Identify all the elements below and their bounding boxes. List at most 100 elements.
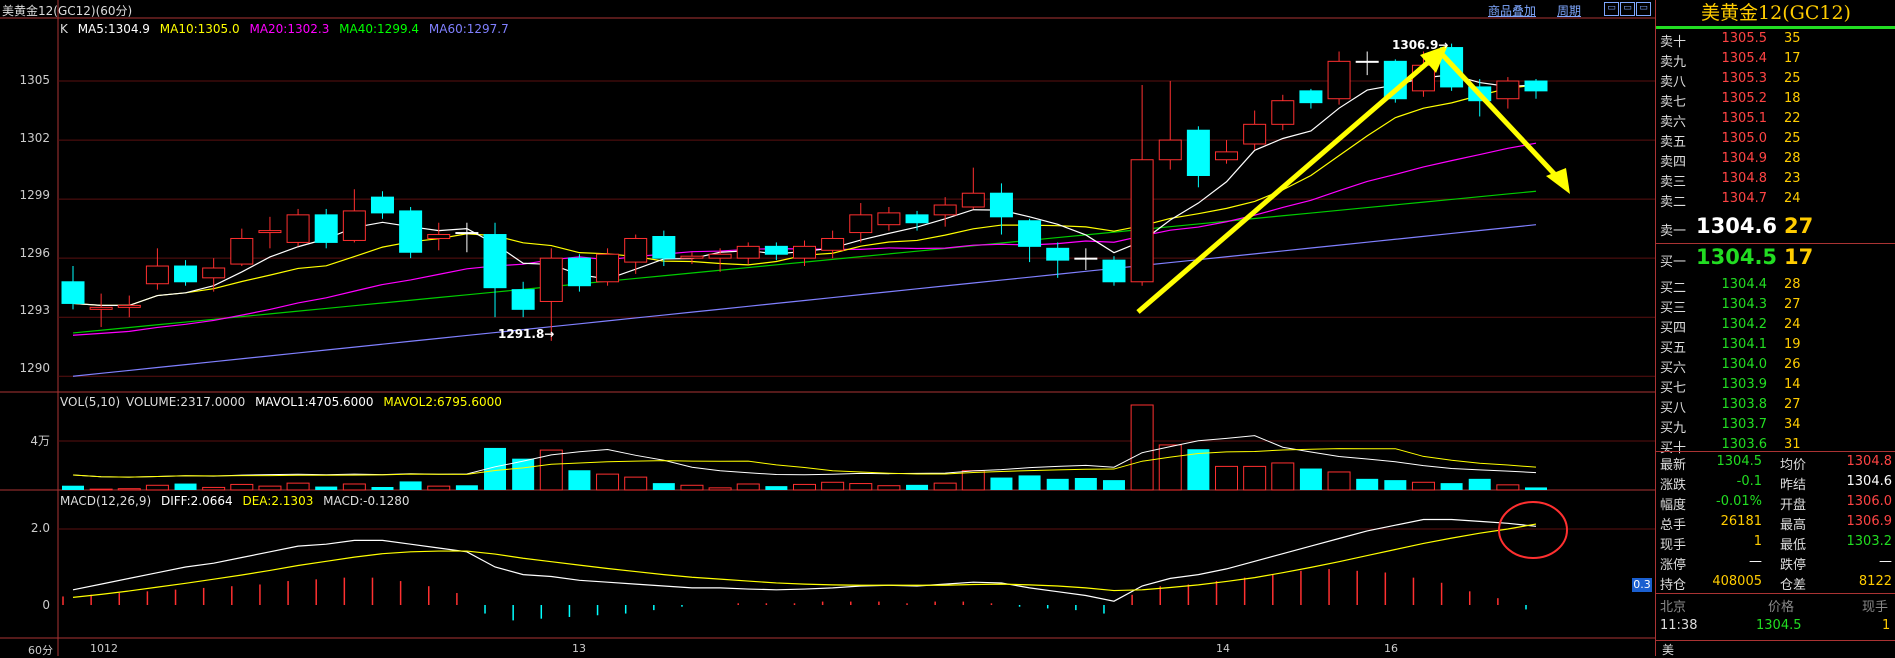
stat-label: 幅度 — [1660, 498, 1687, 513]
candle-body — [764, 245, 788, 255]
tick-vol: 1 — [1882, 618, 1891, 633]
candle-body — [145, 265, 169, 285]
bid-vol: 27 — [1784, 397, 1801, 412]
candle-body — [1046, 247, 1070, 261]
tick-row: 11:38 1304.5 1 — [1656, 618, 1895, 638]
stat-label: 最高 — [1780, 518, 1807, 533]
bid-vol: 24 — [1784, 317, 1801, 332]
kline-chart-svg[interactable] — [0, 0, 1655, 656]
volume-bar — [230, 483, 254, 491]
candle-body — [567, 257, 591, 287]
ask-row[interactable]: 卖二 1304.7 24 — [1656, 191, 1895, 211]
bid-stats-separator — [1656, 451, 1895, 452]
candle-body — [89, 306, 113, 310]
macd-legend: MACD(12,26,9) DIFF:2.0664 DEA:2.1303 MAC… — [60, 494, 416, 508]
ask-row[interactable]: 卖九 1305.4 17 — [1656, 51, 1895, 71]
candle-body — [399, 210, 423, 253]
bid-vol: 19 — [1784, 337, 1801, 352]
ask-label: 卖六 — [1660, 115, 1687, 130]
ask-label: 卖五 — [1660, 135, 1687, 150]
stat-label: 最低 — [1780, 538, 1807, 553]
ask-label: 卖二 — [1660, 195, 1687, 210]
ma5-line — [72, 74, 1537, 306]
ask-row[interactable]: 卖七 1305.2 18 — [1656, 91, 1895, 111]
ask-price: 1304.8 — [1721, 171, 1768, 186]
highlight-circle — [1498, 501, 1568, 559]
ask-row[interactable]: 卖八 1305.3 25 — [1656, 71, 1895, 91]
ask-row[interactable]: 卖三 1304.8 23 — [1656, 171, 1895, 191]
bid-row[interactable]: 买六 1304.0 26 — [1656, 357, 1895, 377]
restore-icon[interactable]: ▭ — [1604, 2, 1619, 16]
volume-bar — [793, 483, 816, 491]
bid-price: 1304.1 — [1721, 337, 1768, 352]
volume-bar — [1018, 475, 1041, 490]
stat-row: 涨停 — 跌停 — — [1656, 554, 1895, 574]
bid-price: 1304.0 — [1721, 357, 1768, 372]
ask-label: 卖八 — [1660, 75, 1687, 90]
tick-time: 11:38 — [1660, 618, 1698, 633]
volume-bar — [539, 449, 563, 491]
ask-price: 1305.2 — [1721, 91, 1768, 106]
bid-row[interactable]: 买七 1303.9 14 — [1656, 377, 1895, 397]
overlay-link[interactable]: 商品叠加 — [1488, 2, 1536, 19]
volume-bar — [765, 486, 788, 490]
ask-row[interactable]: 卖十 1305.5 35 — [1656, 31, 1895, 51]
volume-bar — [877, 485, 901, 491]
candle-body — [905, 214, 929, 224]
kline-chart-area[interactable] — [0, 0, 1655, 656]
stat-value: 1 — [1753, 534, 1762, 549]
footer-separator — [1656, 640, 1895, 641]
bid-vol: 34 — [1784, 417, 1801, 432]
bid-vol: 26 — [1784, 357, 1801, 372]
ask-price: 1304.7 — [1721, 191, 1768, 206]
period-link[interactable]: 周期 — [1557, 2, 1581, 19]
bid-row[interactable]: 买三 1304.3 27 — [1656, 297, 1895, 317]
volume-bar — [174, 483, 197, 490]
bid-row[interactable]: 买九 1303.7 34 — [1656, 417, 1895, 437]
vol-y-tick: 4万 — [30, 434, 50, 448]
candle-body — [427, 234, 451, 239]
stat-value: 8122 — [1858, 574, 1892, 589]
bid-vol: 27 — [1784, 297, 1801, 312]
volume-bar — [1468, 478, 1491, 490]
candle-body — [61, 281, 85, 304]
bid-row[interactable]: 买五 1304.1 19 — [1656, 337, 1895, 357]
ask-price: 1305.1 — [1721, 111, 1768, 126]
maximize-icon[interactable]: ▭ — [1636, 2, 1651, 16]
title-underline — [1656, 26, 1895, 29]
bid-vol: 28 — [1784, 277, 1801, 292]
candle-body — [1186, 129, 1210, 176]
volume-bar — [1299, 468, 1322, 490]
tile-icon[interactable]: ▭ — [1620, 2, 1635, 16]
volume-bar — [371, 486, 394, 490]
diff-value: DIFF:2.0664 — [160, 494, 233, 508]
ask1-row[interactable]: 卖一 1304.6 27 — [1656, 214, 1895, 242]
bid1-price: 1304.5 — [1696, 245, 1778, 269]
candle-body — [314, 214, 338, 243]
ma10-line — [72, 84, 1537, 306]
volume-bar — [1158, 444, 1182, 491]
volume-bar — [624, 476, 648, 491]
candle-body — [596, 253, 620, 283]
candle-body — [624, 237, 648, 263]
stat-label: 持仓 — [1660, 578, 1687, 593]
ma5-label: MA5:1304.9 — [77, 22, 150, 36]
tick-header-vol: 现手 — [1862, 600, 1889, 615]
bid1-row[interactable]: 买一 1304.5 17 — [1656, 245, 1895, 273]
candle-body — [1271, 100, 1295, 125]
ask1-vol: 27 — [1784, 214, 1814, 238]
ask-row[interactable]: 卖六 1305.1 22 — [1656, 111, 1895, 131]
bid-row[interactable]: 买二 1304.4 28 — [1656, 277, 1895, 297]
candle-body — [961, 192, 985, 208]
mavol2-value: MAVOL2:6795.6000 — [383, 395, 502, 409]
stat-label: 均价 — [1780, 458, 1807, 473]
candle-body — [455, 232, 479, 235]
candle-body — [821, 237, 845, 251]
ask-row[interactable]: 卖四 1304.9 28 — [1656, 151, 1895, 171]
bid-row[interactable]: 买八 1303.8 27 — [1656, 397, 1895, 417]
candle-body — [286, 214, 310, 243]
bid-row[interactable]: 买四 1304.2 24 — [1656, 317, 1895, 337]
ma-legend: K MA5:1304.9 MA10:1305.0 MA20:1302.3 MA4… — [60, 22, 515, 36]
ask-label: 卖三 — [1660, 175, 1687, 190]
ask-row[interactable]: 卖五 1305.0 25 — [1656, 131, 1895, 151]
